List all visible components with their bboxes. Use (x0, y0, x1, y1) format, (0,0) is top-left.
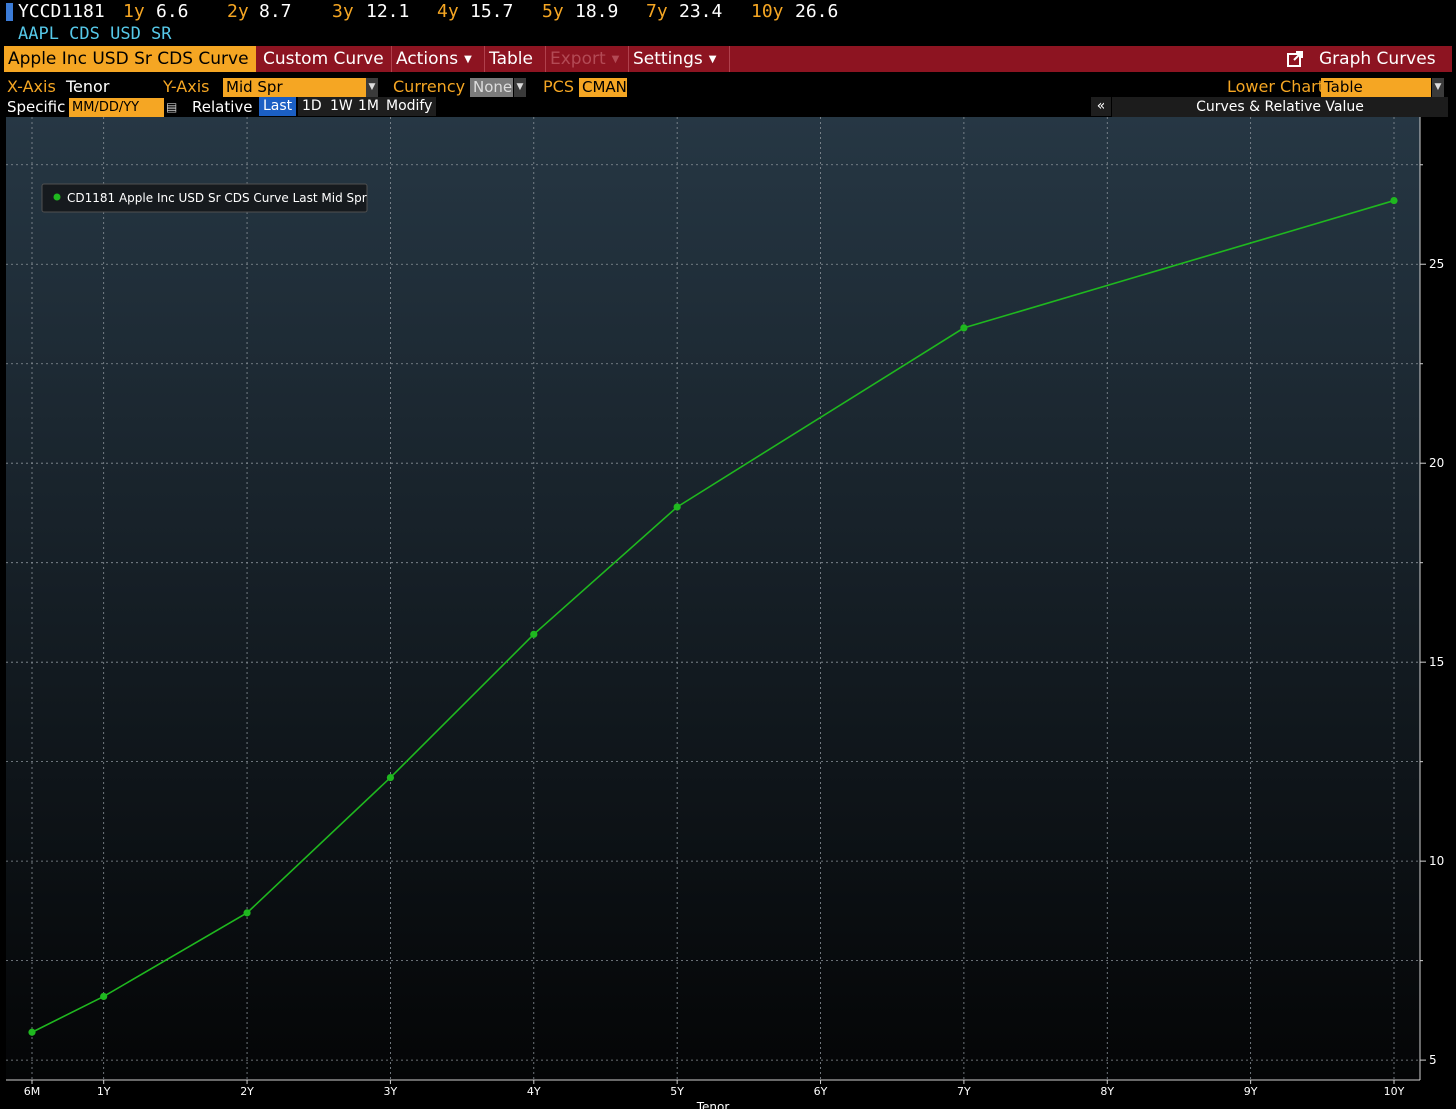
ticker-code: YCCD1181 (18, 1, 105, 22)
y-tick-label: 15 (1429, 655, 1444, 669)
y-tick-label: 5 (1429, 1053, 1437, 1067)
chevron-down-icon: ▼ (708, 54, 717, 65)
x-tick-label: 4Y (527, 1085, 541, 1098)
x-tick-label: 10Y (1384, 1085, 1405, 1098)
x-axis-value[interactable]: Tenor (66, 76, 109, 98)
ticker-label-5y: 5y (542, 1, 564, 22)
chevron-down-icon[interactable]: ▼ (514, 78, 526, 97)
lower-chart-dropdown[interactable]: Table (1321, 78, 1431, 97)
ticker-label-10y: 10y (751, 1, 784, 22)
ticker-bar: YCCD1181 1y 6.6 2y 8.7 3y 12.1 4y 15.7 5… (0, 0, 1456, 24)
y-tick-label: 25 (1429, 257, 1444, 271)
graph-curves-button[interactable]: Graph Curves (1286, 46, 1452, 72)
plot-area (6, 117, 1420, 1080)
data-point (28, 1028, 36, 1036)
chevron-down-icon[interactable]: ▼ (1432, 78, 1444, 97)
actions-label: Actions (396, 49, 459, 69)
legend[interactable]: CD1181 Apple Inc USD Sr CDS Curve Last M… (41, 183, 368, 213)
ticker-label-7y: 7y (646, 1, 668, 22)
menu-bar: Apple Inc USD Sr CDS Curve Custom Curve … (4, 46, 1452, 72)
specific-label: Specific (7, 98, 66, 116)
x-axis-label: X-Axis (7, 77, 56, 96)
x-tick-label: 6Y (814, 1085, 828, 1098)
ticker-value-1y: 6.6 (156, 1, 189, 22)
date-toolbar: Specific MM/DD/YY ▤ Relative Last 1D 1W … (0, 97, 1456, 117)
chevron-down-icon: ▼ (611, 54, 620, 65)
currency-label: Currency (393, 77, 466, 96)
export-menu[interactable]: Export ▼ (546, 46, 629, 72)
pcs-field[interactable]: CMAN (579, 78, 627, 97)
curve-select[interactable]: Apple Inc USD Sr CDS Curve (4, 46, 256, 72)
custom-curve-button[interactable]: Custom Curve (259, 46, 392, 72)
pcs-label: PCS (543, 77, 574, 96)
lower-chart-label: Lower Chart (1227, 77, 1324, 96)
ticker-label-2y: 2y (227, 1, 249, 22)
1w-button[interactable]: 1W (326, 97, 357, 116)
relative-label: Relative (192, 98, 253, 116)
settings-menu[interactable]: Settings ▼ (629, 46, 730, 72)
external-link-icon (1287, 51, 1303, 67)
custom-curve-label: Custom Curve (263, 49, 384, 69)
data-point (100, 992, 108, 1001)
x-axis-ticks: 6M 1Y 2Y 3Y 4Y 5Y 6Y 7Y 8Y 9Y 10Y (24, 1080, 1405, 1098)
last-button[interactable]: Last (259, 97, 297, 116)
data-point (673, 503, 681, 511)
data-point (960, 324, 968, 332)
currency-dropdown[interactable]: None (470, 78, 513, 97)
settings-label: Settings (633, 49, 703, 69)
date-input[interactable]: MM/DD/YY (69, 98, 164, 117)
panel-title: Curves & Relative Value (1112, 97, 1448, 117)
chevron-down-icon[interactable]: ▼ (366, 78, 378, 97)
data-point (243, 909, 251, 917)
data-point (530, 630, 538, 638)
y-tick-label: 10 (1429, 854, 1444, 868)
y-axis-dropdown[interactable]: Mid Spr (223, 78, 366, 97)
y-tick-label: 20 (1429, 456, 1444, 470)
graph-curves-label: Graph Curves (1319, 49, 1436, 69)
export-label: Export (550, 49, 606, 69)
ticker-value-7y: 23.4 (679, 1, 723, 22)
ticker-value-10y: 26.6 (795, 1, 839, 22)
x-tick-label: 7Y (957, 1085, 971, 1098)
ticker-value-4y: 15.7 (470, 1, 514, 22)
security-subtitle: AAPL CDS USD SR (18, 24, 172, 44)
ticker-label-1y: 1y (123, 1, 145, 22)
ticker-value-3y: 12.1 (366, 1, 410, 22)
cursor-marker (6, 3, 13, 21)
modify-button[interactable]: Modify (382, 97, 437, 116)
table-label: Table (489, 49, 533, 69)
ticker-label-3y: 3y (332, 1, 354, 22)
1d-button[interactable]: 1D (298, 97, 326, 116)
data-point (386, 773, 395, 782)
chevron-down-icon: ▼ (464, 54, 472, 65)
table-button[interactable]: Table (485, 46, 546, 72)
x-tick-label: 9Y (1244, 1085, 1258, 1098)
x-tick-label: 2Y (240, 1085, 254, 1098)
ticker-value-5y: 18.9 (575, 1, 619, 22)
y-axis-label: Y-Axis (163, 77, 210, 96)
legend-label: CD1181 Apple Inc USD Sr CDS Curve Last M… (67, 191, 367, 205)
legend-marker (53, 193, 61, 201)
x-axis-title: Tenor (696, 1100, 730, 1109)
calendar-icon[interactable]: ▤ (166, 97, 177, 117)
1m-button[interactable]: 1M (354, 97, 383, 116)
x-tick-label: 1Y (97, 1085, 111, 1098)
x-tick-label: 3Y (384, 1085, 398, 1098)
collapse-button[interactable]: « (1091, 97, 1111, 116)
curve-chart[interactable]: 510152025 6M 1Y 2Y 3Y 4Y 5Y 6Y 7Y 8Y 9Y 10Y Tenor … (0, 117, 1456, 1109)
actions-menu[interactable]: Actions ▼ (392, 46, 485, 72)
x-tick-label: 6M (24, 1085, 41, 1098)
axis-toolbar: X-Axis Tenor Y-Axis Mid Spr ▼ Currency N… (0, 76, 1456, 98)
x-tick-label: 8Y (1100, 1085, 1114, 1098)
y-axis-ticks: 5 10 15 20 25 (1420, 164, 1444, 1067)
data-point (1390, 196, 1398, 205)
ticker-label-4y: 4y (437, 1, 459, 22)
x-tick-label: 5Y (670, 1085, 684, 1098)
ticker-value-2y: 8.7 (259, 1, 292, 22)
